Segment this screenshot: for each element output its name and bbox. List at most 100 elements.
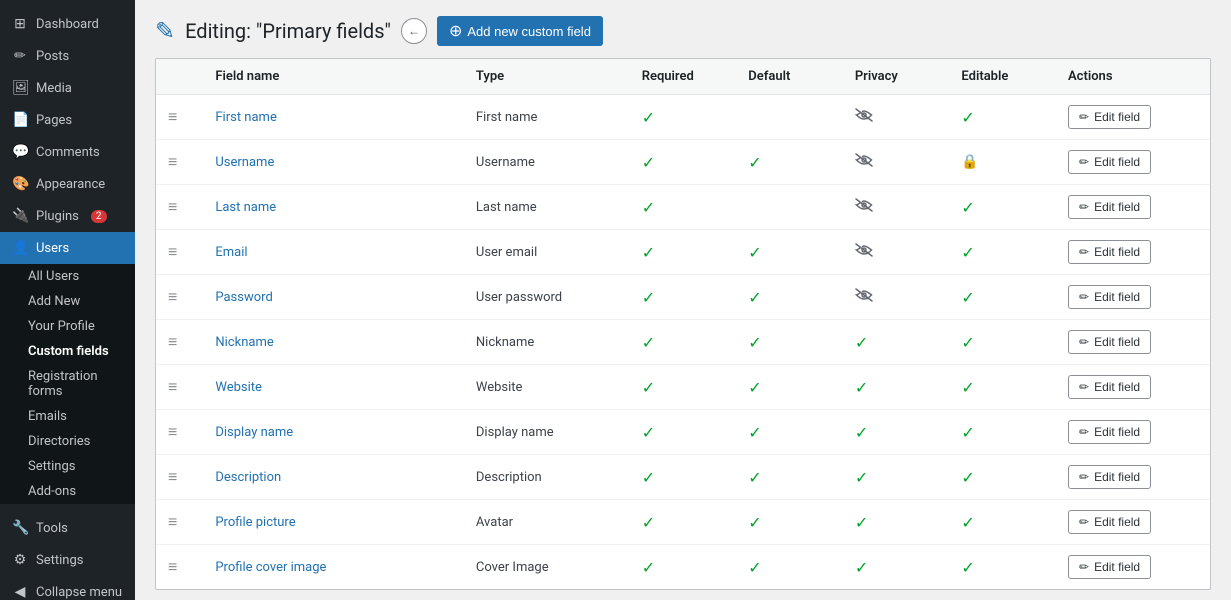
drag-handle-icon[interactable]: ≡	[168, 377, 177, 396]
edit-button-label: Edit field	[1094, 200, 1140, 214]
field-name-cell: Display name	[203, 410, 464, 455]
field-name-link[interactable]: Email	[215, 245, 247, 260]
edit-field-button[interactable]: ✏ Edit field	[1068, 285, 1151, 309]
field-name-link[interactable]: Description	[215, 470, 281, 485]
sidebar-item-settings[interactable]: ⚙ Settings	[0, 544, 135, 576]
field-privacy-cell	[843, 230, 950, 275]
field-name-link[interactable]: Display name	[215, 425, 293, 440]
submenu-item-add-ons[interactable]: Add-ons	[0, 479, 135, 504]
back-button[interactable]: ←	[401, 18, 427, 44]
submenu-item-directories[interactable]: Directories	[0, 429, 135, 454]
comments-icon: 💬	[12, 144, 28, 160]
add-button-label: Add new custom field	[467, 24, 591, 39]
sidebar-item-collapse[interactable]: ◀ Collapse menu	[0, 576, 135, 600]
field-name-link[interactable]: Username	[215, 155, 274, 170]
field-actions-cell: ✏ Edit field	[1056, 95, 1210, 140]
field-actions-cell: ✏ Edit field	[1056, 545, 1210, 590]
sidebar-item-plugins[interactable]: 🔌 Plugins 2	[0, 200, 135, 232]
field-editable-cell: ✓	[949, 365, 1056, 410]
edit-field-button[interactable]: ✏ Edit field	[1068, 375, 1151, 399]
field-name-cell: Username	[203, 140, 464, 185]
drag-handle-icon[interactable]: ≡	[168, 107, 177, 126]
eye-off-icon	[855, 288, 873, 306]
sidebar-item-appearance[interactable]: 🎨 Appearance	[0, 168, 135, 200]
edit-field-button[interactable]: ✏ Edit field	[1068, 510, 1151, 534]
field-name-link[interactable]: Password	[215, 290, 272, 305]
lock-icon: 🔒	[961, 154, 978, 170]
field-editable-cell: ✓	[949, 320, 1056, 365]
submenu-item-custom-fields[interactable]: Custom fields	[0, 339, 135, 364]
check-icon: ✓	[961, 288, 974, 307]
sidebar-item-label: Comments	[36, 145, 100, 160]
submenu-item-registration-forms[interactable]: Registration forms	[0, 364, 135, 404]
drag-handle-icon[interactable]: ≡	[168, 512, 177, 531]
edit-field-button[interactable]: ✏ Edit field	[1068, 420, 1151, 444]
drag-handle-cell: ≡	[156, 320, 203, 365]
field-editable-cell: ✓	[949, 410, 1056, 455]
eye-off-icon	[855, 243, 873, 261]
sidebar-item-media[interactable]: 🖼 Media	[0, 72, 135, 104]
pencil-icon: ✏	[1079, 200, 1089, 214]
sidebar-item-users[interactable]: 👤 Users	[0, 232, 135, 264]
add-custom-field-button[interactable]: ⊕ Add new custom field	[437, 16, 603, 46]
check-icon: ✓	[748, 468, 761, 487]
field-default-cell: ✓	[736, 500, 843, 545]
field-type-cell: User email	[464, 230, 630, 275]
sidebar-item-posts[interactable]: ✏ Posts	[0, 40, 135, 72]
drag-handle-icon[interactable]: ≡	[168, 197, 177, 216]
edit-field-button[interactable]: ✏ Edit field	[1068, 195, 1151, 219]
check-icon: ✓	[642, 153, 655, 172]
field-name-cell: Profile cover image	[203, 545, 464, 590]
edit-field-button[interactable]: ✏ Edit field	[1068, 330, 1151, 354]
submenu-item-your-profile[interactable]: Your Profile	[0, 314, 135, 339]
edit-button-label: Edit field	[1094, 290, 1140, 304]
sidebar-item-label: Appearance	[36, 177, 105, 192]
drag-handle-cell: ≡	[156, 140, 203, 185]
field-name-link[interactable]: Website	[215, 380, 262, 395]
sidebar-item-dashboard[interactable]: ⊞ Dashboard	[0, 8, 135, 40]
drag-handle-cell: ≡	[156, 185, 203, 230]
field-type-cell: Last name	[464, 185, 630, 230]
submenu-item-add-new[interactable]: Add New	[0, 289, 135, 314]
field-name-link[interactable]: First name	[215, 110, 276, 125]
field-type-cell: User password	[464, 275, 630, 320]
edit-button-label: Edit field	[1094, 155, 1140, 169]
table-row: ≡EmailUser email✓✓ ✓ ✏ Edit field	[156, 230, 1210, 275]
edit-field-button[interactable]: ✏ Edit field	[1068, 105, 1151, 129]
table-header-row: Field name Type Required Default Privacy…	[156, 59, 1210, 95]
drag-handle-icon[interactable]: ≡	[168, 332, 177, 351]
edit-field-button[interactable]: ✏ Edit field	[1068, 150, 1151, 174]
submenu-item-emails[interactable]: Emails	[0, 404, 135, 429]
edit-field-button[interactable]: ✏ Edit field	[1068, 465, 1151, 489]
drag-handle-cell: ≡	[156, 455, 203, 500]
edit-field-button[interactable]: ✏ Edit field	[1068, 555, 1151, 579]
edit-field-button[interactable]: ✏ Edit field	[1068, 240, 1151, 264]
drag-handle-icon[interactable]: ≡	[168, 422, 177, 441]
drag-handle-icon[interactable]: ≡	[168, 152, 177, 171]
check-icon: ✓	[748, 153, 761, 172]
drag-handle-icon[interactable]: ≡	[168, 242, 177, 261]
field-type-cell: Avatar	[464, 500, 630, 545]
fields-table: Field name Type Required Default Privacy…	[156, 59, 1210, 589]
sidebar-item-tools[interactable]: 🔧 Tools	[0, 512, 135, 544]
check-icon: ✓	[961, 108, 974, 127]
sidebar-item-comments[interactable]: 💬 Comments	[0, 136, 135, 168]
drag-handle-icon[interactable]: ≡	[168, 467, 177, 486]
submenu-item-all-users[interactable]: All Users	[0, 264, 135, 289]
check-icon: ✓	[748, 558, 761, 577]
sidebar-item-label: Media	[36, 81, 72, 96]
drag-handle-icon[interactable]: ≡	[168, 557, 177, 576]
field-privacy-cell: ✓	[843, 500, 950, 545]
drag-handle-icon[interactable]: ≡	[168, 287, 177, 306]
field-required-cell: ✓	[630, 545, 737, 590]
sidebar-item-pages[interactable]: 📄 Pages	[0, 104, 135, 136]
submenu-item-settings[interactable]: Settings	[0, 454, 135, 479]
field-name-link[interactable]: Last name	[215, 200, 276, 215]
table-row: ≡NicknameNickname✓✓✓✓ ✏ Edit field	[156, 320, 1210, 365]
field-name-link[interactable]: Profile cover image	[215, 560, 326, 575]
sidebar-item-label: Dashboard	[36, 17, 99, 32]
field-name-link[interactable]: Nickname	[215, 335, 273, 350]
field-name-link[interactable]: Profile picture	[215, 515, 295, 530]
edit-button-label: Edit field	[1094, 515, 1140, 529]
sidebar-item-label: Pages	[36, 113, 72, 128]
